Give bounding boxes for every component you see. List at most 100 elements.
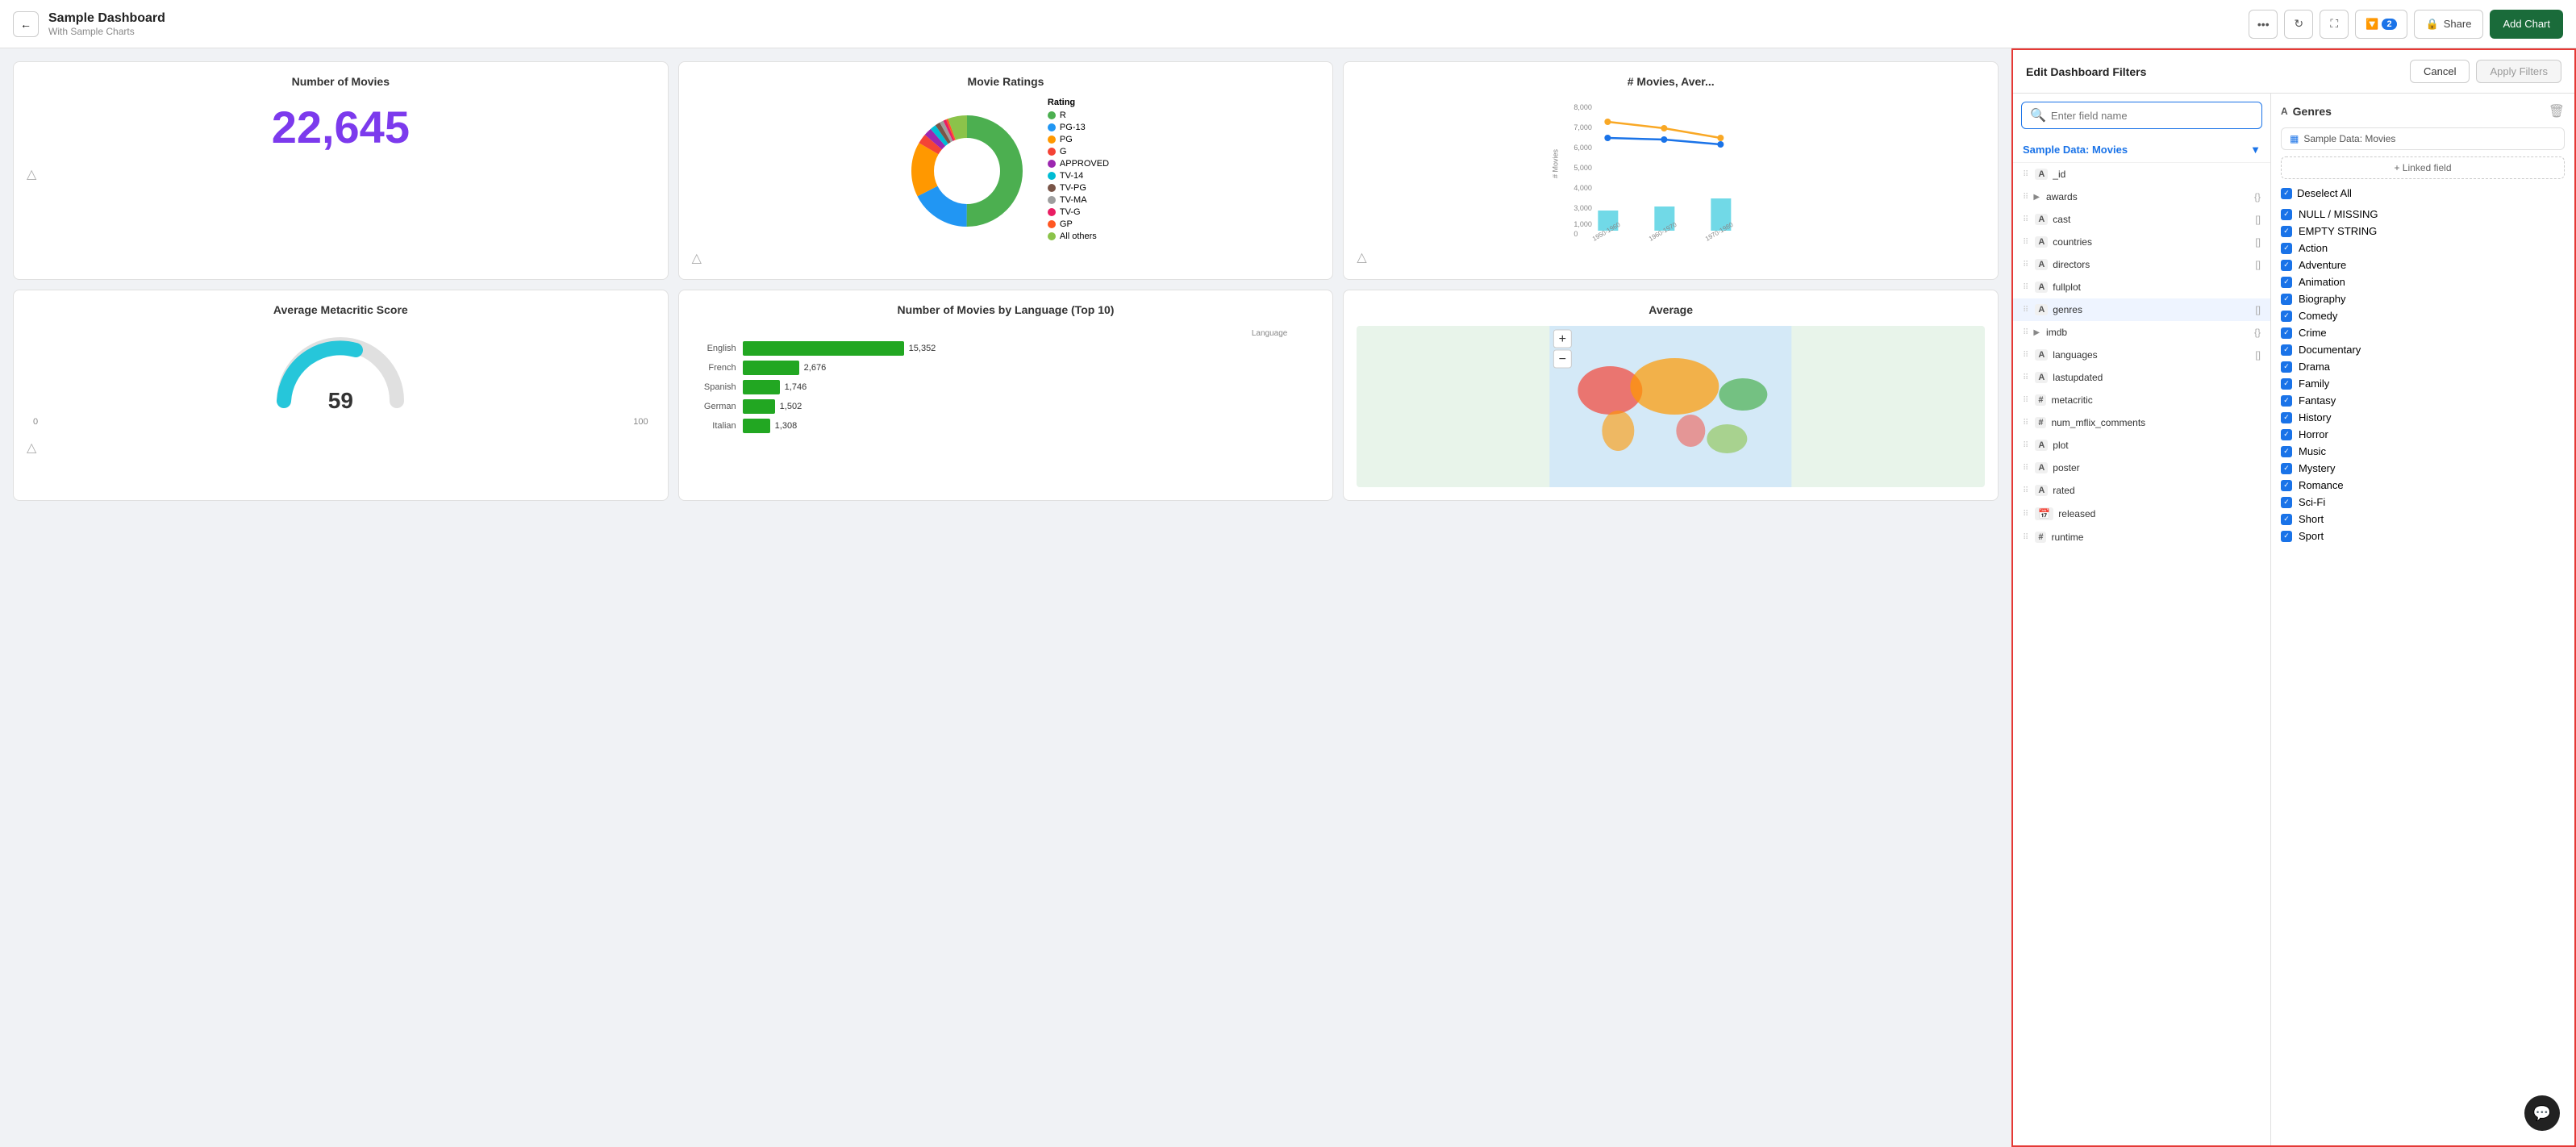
field-item-rated[interactable]: ⠿ A rated [2013,479,2270,502]
checkbox-item[interactable]: EMPTY STRING [2281,223,2565,240]
checkbox-item[interactable]: Fantasy [2281,392,2565,409]
deselect-all-button[interactable]: Deselect All [2281,187,2565,199]
checkbox-label: Sport [2299,530,2324,542]
checkbox [2281,226,2292,237]
dashboard-info: Sample Dashboard With Sample Charts [48,11,165,37]
field-item-plot[interactable]: ⠿ A plot [2013,434,2270,457]
checkbox-item[interactable]: Horror [2281,426,2565,443]
field-name-id: _id [2053,169,2261,180]
field-item-released[interactable]: ⠿ 📅 released [2013,502,2270,526]
checkbox-item[interactable]: Drama [2281,358,2565,375]
checkbox [2281,429,2292,440]
field-name-metacritic: metacritic [2051,394,2261,406]
field-item-genres[interactable]: ⠿ A genres [] [2013,298,2270,321]
cancel-label: Cancel [2424,65,2456,77]
checkbox-item[interactable]: Crime [2281,324,2565,341]
checkbox-item[interactable]: Animation [2281,273,2565,290]
refresh-button[interactable]: ↻ [2284,10,2313,39]
linked-field-button[interactable]: + Linked field [2281,156,2565,179]
panel-header: Edit Dashboard Filters Cancel Apply Filt… [2013,50,2574,94]
share-button[interactable]: 🔒 Share [2414,10,2484,39]
field-item-directors[interactable]: ⠿ A directors [] [2013,253,2270,276]
field-type-runtime: # [2035,532,2046,543]
field-list: 🔍 Sample Data: Movies ▼ ⠿ A _id [2013,94,2271,1145]
drag-handle: ⠿ [2023,486,2028,495]
line-chart-title: # Movies, Aver... [1357,75,1985,88]
checkbox-label: Adventure [2299,259,2346,271]
checkbox-item[interactable]: Documentary [2281,341,2565,358]
source-header[interactable]: Sample Data: Movies ▼ [2013,137,2270,163]
field-item-fullplot[interactable]: ⠿ A fullplot [2013,276,2270,298]
checkbox-item[interactable]: Mystery [2281,460,2565,477]
drag-handle: ⠿ [2023,351,2028,360]
field-item-lastupdated[interactable]: ⠿ A lastupdated [2013,366,2270,389]
delete-filter-icon[interactable]: 🗑 [2549,103,2565,119]
field-item-metacritic[interactable]: ⠿ # metacritic [2013,389,2270,411]
checkbox-item[interactable]: Adventure [2281,257,2565,273]
field-item-id[interactable]: ⠿ A _id [2013,163,2270,186]
field-array-languages: [] [2255,349,2261,361]
checkbox-item[interactable]: Family [2281,375,2565,392]
drag-handle: ⠿ [2023,238,2028,247]
drag-handle: ⠿ [2023,373,2028,382]
checkbox-item[interactable]: Action [2281,240,2565,257]
checkbox [2281,260,2292,271]
bar-row: Spanish 1,746 [692,380,1320,394]
filter-field-title: A Genres [2281,105,2332,118]
more-button[interactable]: ••• [2249,10,2278,39]
bar-row: Italian 1,308 [692,419,1320,433]
field-item-languages[interactable]: ⠿ A languages [] [2013,344,2270,366]
checkbox-item[interactable]: NULL / MISSING [2281,206,2565,223]
checkbox-item[interactable]: Short [2281,511,2565,528]
apply-label: Apply Filters [2490,65,2548,77]
checkbox-item[interactable]: History [2281,409,2565,426]
field-name-countries: countries [2053,236,2250,248]
field-type-lastupdated: A [2035,372,2048,383]
filter-title-text: Genres [2293,105,2332,118]
expand-icon: ▶ [2033,328,2040,337]
chat-icon: 💬 [2533,1105,2551,1122]
table-icon: ▦ [2290,133,2299,144]
back-button[interactable]: ← [13,11,39,37]
movies-count-card: Number of Movies 22,645 △ [13,61,669,280]
field-type-numcomments: # [2035,417,2046,428]
checkbox-label: Documentary [2299,344,2361,356]
checkbox-label: Animation [2299,276,2345,288]
field-item-cast[interactable]: ⠿ A cast [] [2013,208,2270,231]
field-item-awards[interactable]: ⠿ ▶ awards {} [2013,186,2270,208]
svg-text:# Movies: # Movies [1552,148,1560,178]
field-search-input[interactable] [2051,110,2253,122]
checkbox-item[interactable]: Biography [2281,290,2565,307]
edit-filters-panel: Edit Dashboard Filters Cancel Apply Filt… [2011,48,2576,1147]
checkbox-item[interactable]: Comedy [2281,307,2565,324]
field-item-runtime[interactable]: ⠿ # runtime [2013,526,2270,548]
fullscreen-button[interactable]: ⛶ [2320,10,2349,39]
field-item-poster[interactable]: ⠿ A poster [2013,457,2270,479]
movies-count-filter-icon: △ [27,166,655,182]
svg-text:1,000: 1,000 [1574,220,1593,228]
field-name-awards: awards [2046,191,2251,202]
lock-icon: 🔒 [2426,18,2439,31]
checkbox-label: Comedy [2299,310,2337,322]
line-chart-svg: 8,000 7,000 6,000 5,000 4,000 3,000 1,00… [1357,98,1985,243]
field-type-plot: A [2035,440,2048,451]
checkbox-item[interactable]: Music [2281,443,2565,460]
checkbox [2281,209,2292,220]
field-type-directors: A [2035,259,2048,270]
svg-text:5,000: 5,000 [1574,164,1593,172]
filter-button[interactable]: 🔽 2 [2355,10,2407,39]
add-chart-button[interactable]: Add Chart [2490,10,2563,39]
filter-icon: 🔽 [2366,18,2378,31]
checkbox-label: Family [2299,377,2329,390]
chat-bubble[interactable]: 💬 [2524,1095,2560,1131]
filter-values-panel: A Genres 🗑 ▦ Sample Data: Movies + Linke… [2271,94,2574,1145]
field-item-numcomments[interactable]: ⠿ # num_mflix_comments [2013,411,2270,434]
field-item-countries[interactable]: ⠿ A countries [] [2013,231,2270,253]
checkbox [2281,361,2292,373]
field-item-imdb[interactable]: ⠿ ▶ imdb {} [2013,321,2270,344]
apply-filters-button[interactable]: Apply Filters [2476,60,2561,83]
checkbox-item[interactable]: Sport [2281,528,2565,544]
cancel-button[interactable]: Cancel [2410,60,2470,83]
checkbox-item[interactable]: Romance [2281,477,2565,494]
checkbox-item[interactable]: Sci-Fi [2281,494,2565,511]
